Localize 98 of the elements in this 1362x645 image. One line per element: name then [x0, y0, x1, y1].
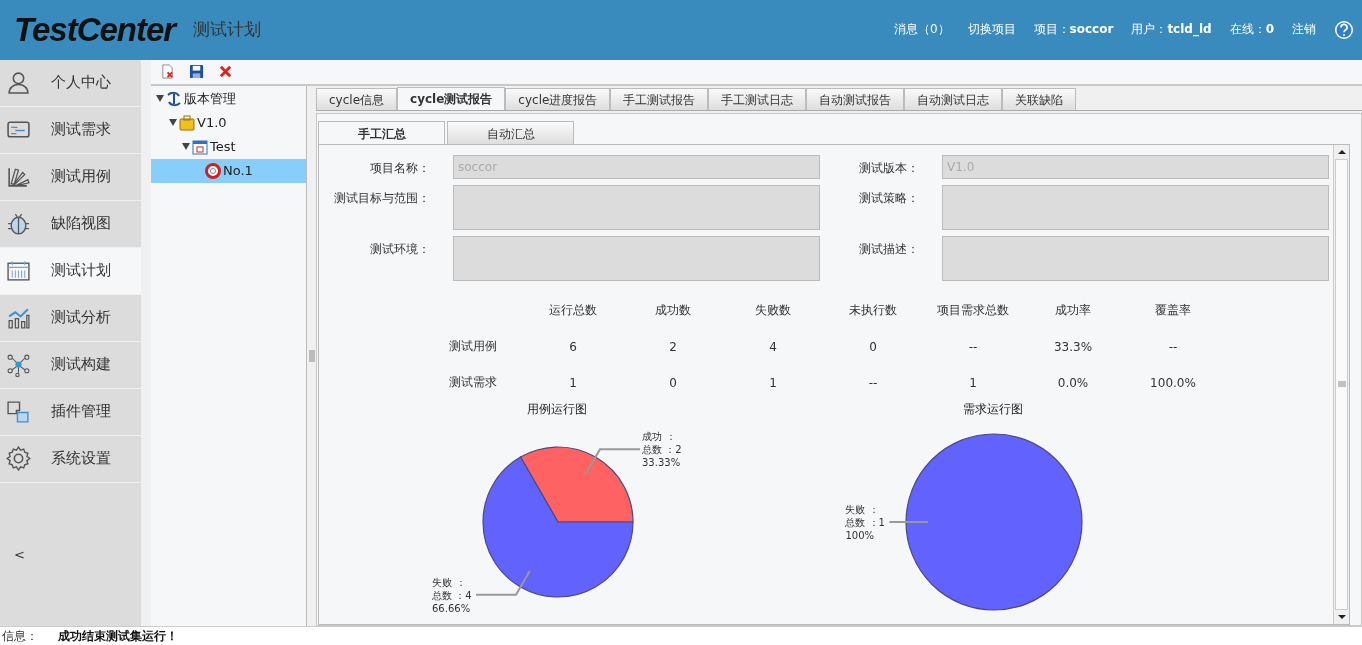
- briefcase-icon: [179, 114, 195, 131]
- help-icon[interactable]: [1334, 19, 1354, 40]
- column-header: 运行总数: [548, 302, 598, 320]
- table-cell-text: 1: [768, 374, 778, 392]
- tab[interactable]: cycle信息: [316, 87, 397, 110]
- table-cell-text: 6: [568, 338, 578, 356]
- sidebar-item-icon: [6, 399, 31, 425]
- header-info: 用户：tcld_ld: [1131, 21, 1212, 39]
- column-header: 成功数: [654, 302, 692, 320]
- splitter-handle[interactable]: [307, 85, 316, 627]
- page-title: 测试计划: [193, 18, 262, 42]
- table-cell-text: 100.0%: [1149, 374, 1197, 392]
- sub-tab[interactable]: 手工汇总: [318, 120, 445, 144]
- grip-icon[interactable]: [1337, 381, 1346, 388]
- tree-item[interactable]: No.1: [223, 163, 253, 179]
- table-cell-text: --: [967, 338, 979, 356]
- tree-item[interactable]: 版本管理: [184, 89, 236, 108]
- scrollbar[interactable]: [1333, 144, 1349, 625]
- calendar-icon: [192, 138, 208, 155]
- grip-icon[interactable]: [308, 349, 315, 362]
- tab[interactable]: 手工测试报告: [610, 87, 709, 110]
- sidebar-item[interactable]: 缺陷视图: [0, 200, 141, 248]
- table-cell-text: 4: [768, 338, 778, 356]
- chart-title: 用例运行图: [526, 400, 588, 417]
- tree-item[interactable]: Test: [210, 139, 236, 155]
- column-header: 成功率: [1054, 302, 1092, 320]
- sidebar-item[interactable]: 测试计划: [0, 247, 141, 295]
- data-label: 失败: [432, 576, 452, 588]
- sidebar-item-icon: [6, 352, 31, 378]
- sidebar-item[interactable]: 系统设置: [0, 435, 141, 483]
- column-header: 未执行数: [848, 302, 898, 320]
- status-message: 成功结束测试集运行！: [58, 627, 178, 645]
- sub-tab[interactable]: 自动汇总: [447, 120, 574, 144]
- sidebar-item-icon: [6, 258, 31, 284]
- table-cell-text: 0: [868, 338, 878, 356]
- sidebar-item[interactable]: 测试分析: [0, 294, 141, 342]
- tab[interactable]: 自动测试报告: [806, 87, 905, 110]
- field-label: 测试版本：: [858, 159, 920, 177]
- status-label: 信息：: [1, 627, 39, 645]
- column-header: 失败数: [754, 302, 792, 320]
- data-label: 成功: [642, 431, 662, 443]
- sidebar-item[interactable]: 测试用例: [0, 153, 141, 201]
- label-separator: ：: [666, 431, 676, 443]
- table-cell-text: 0: [668, 374, 678, 392]
- field-label: 测试描述：: [858, 240, 920, 258]
- label-separator: ：: [456, 576, 466, 588]
- field-label: 项目名称：: [369, 159, 431, 177]
- data-label: 总数 ：2: [642, 444, 682, 456]
- header-link[interactable]: 切换项目: [967, 21, 1016, 39]
- logo: TestCenter: [14, 10, 176, 49]
- header-info: 项目：soccor: [1033, 21, 1114, 39]
- header-info: 在线：0: [1229, 21, 1274, 39]
- leader-line: [475, 569, 531, 596]
- tree-item[interactable]: V1.0: [197, 115, 227, 131]
- data-label: 总数 ：4: [432, 589, 472, 601]
- collapse-toggle[interactable]: <: [14, 546, 25, 562]
- sidebar-item-icon: [6, 211, 31, 237]
- table-cell-text: 33.3%: [1052, 338, 1094, 356]
- sidebar-item[interactable]: 测试构建: [0, 341, 141, 389]
- row-header: 测试用例: [448, 338, 498, 356]
- chart-title: 需求运行图: [962, 400, 1024, 417]
- column-header: 项目需求总数: [936, 302, 1010, 320]
- header-link[interactable]: 消息（0）: [893, 21, 950, 39]
- tab[interactable]: cycle进度报告: [505, 87, 611, 110]
- sidebar-item[interactable]: 插件管理: [0, 388, 141, 436]
- sidebar-item-icon: [6, 446, 31, 472]
- header-link[interactable]: 注销: [1292, 21, 1316, 39]
- sidebar-item-icon: [6, 70, 31, 96]
- column-header: 覆盖率: [1154, 302, 1192, 320]
- data-label: 总数 ：1: [845, 516, 885, 528]
- tab[interactable]: 手工测试日志: [708, 87, 807, 110]
- lifebuoy-icon: [205, 162, 221, 179]
- table-cell-text: --: [867, 374, 879, 392]
- field-label: 测试策略：: [858, 189, 920, 207]
- field-label: 测试环境：: [369, 240, 431, 258]
- table-cell-text: 2: [668, 338, 678, 356]
- close-icon[interactable]: [218, 64, 233, 80]
- table-cell-text: 1: [968, 374, 978, 392]
- tab[interactable]: 自动测试日志: [904, 87, 1003, 110]
- leader-line: [888, 520, 929, 523]
- row-header: 测试需求: [448, 374, 498, 392]
- data-label: 失败: [845, 503, 866, 515]
- data-label: 66.66%: [432, 602, 471, 614]
- expand-toggle-icon[interactable]: [156, 95, 164, 103]
- data-label: 100%: [845, 529, 875, 541]
- table-cell-text: 0.0%: [1056, 374, 1090, 392]
- delete-document-icon[interactable]: [160, 64, 175, 80]
- label-separator: ：: [869, 503, 880, 515]
- sidebar-item[interactable]: 个人中心: [0, 59, 141, 107]
- sidebar-item[interactable]: 测试需求: [0, 106, 141, 154]
- table-cell-text: 1: [568, 374, 578, 392]
- save-icon[interactable]: [189, 64, 204, 80]
- data-label: 33.33%: [642, 457, 681, 469]
- tab[interactable]: 关联缺陷: [1002, 87, 1077, 110]
- leader-line: [585, 448, 641, 475]
- field-label: 测试目标与范围：: [333, 189, 431, 207]
- table-cell-text: --: [1167, 338, 1179, 356]
- tab[interactable]: cycle测试报告: [397, 86, 506, 110]
